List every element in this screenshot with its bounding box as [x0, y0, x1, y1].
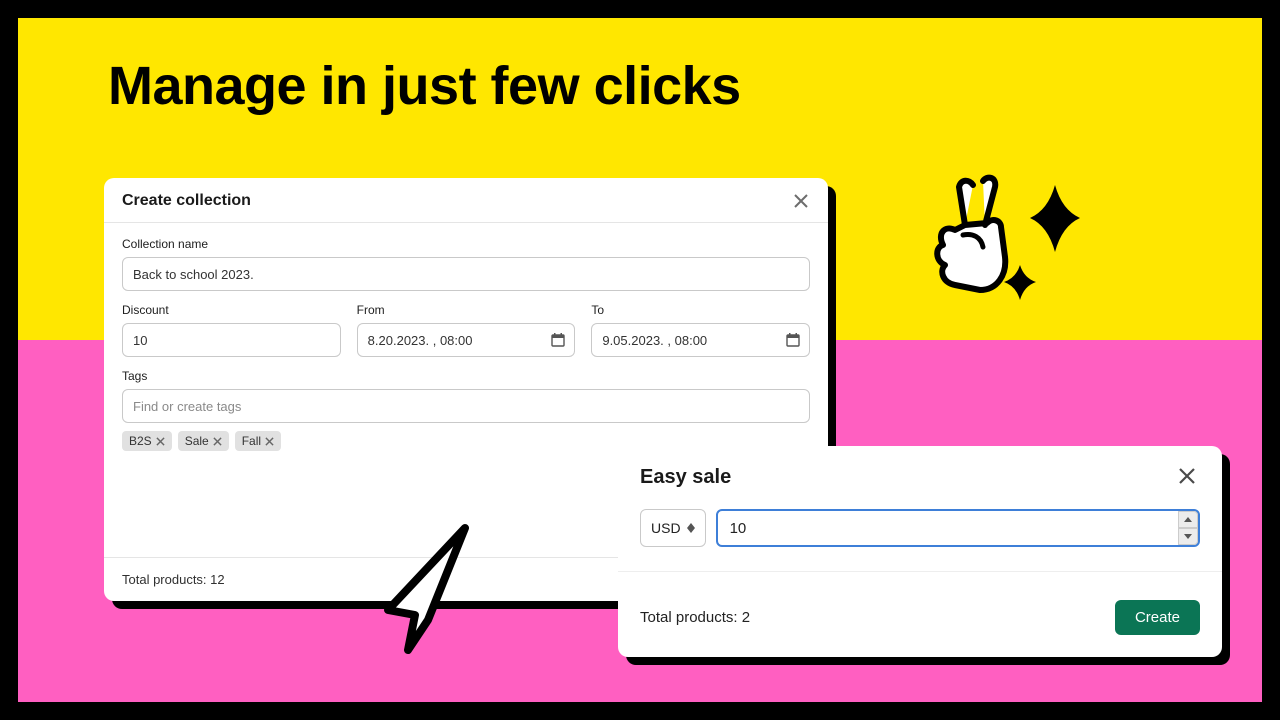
amount-input[interactable] — [716, 509, 1200, 547]
card-body: Collection name Discount From To — [104, 223, 828, 457]
remove-tag-icon[interactable] — [265, 437, 274, 446]
tag-chip: Fall — [235, 431, 281, 451]
close-icon[interactable] — [792, 192, 810, 210]
currency-select[interactable]: USD — [640, 509, 706, 547]
discount-input[interactable] — [122, 323, 341, 357]
to-date-input[interactable] — [591, 323, 810, 357]
amount-input-wrap — [716, 509, 1200, 547]
easy-sale-footer: Total products: 2 Create — [618, 571, 1222, 657]
tag-label: B2S — [129, 434, 152, 448]
easy-sale-header: Easy sale — [618, 446, 1222, 505]
easy-sale-card: Easy sale USD Total products: 2 Create — [618, 446, 1222, 657]
collection-name-input[interactable] — [122, 257, 810, 291]
tag-label: Sale — [185, 434, 209, 448]
easy-sale-body: USD — [618, 505, 1222, 547]
tag-chip: Sale — [178, 431, 229, 451]
peace-hand-sparkle-icon — [920, 170, 1090, 320]
tags-label: Tags — [122, 369, 810, 383]
collection-name-label: Collection name — [122, 237, 810, 251]
from-date-input[interactable] — [357, 323, 576, 357]
number-spinner — [1178, 511, 1198, 545]
from-label: From — [357, 303, 576, 317]
spinner-down-button[interactable] — [1178, 528, 1198, 545]
remove-tag-icon[interactable] — [213, 437, 222, 446]
calendar-icon — [786, 333, 800, 347]
calendar-icon — [551, 333, 565, 347]
currency-label: USD — [651, 520, 681, 536]
remove-tag-icon[interactable] — [156, 437, 165, 446]
select-caret-icon — [687, 523, 695, 533]
to-label: To — [591, 303, 810, 317]
card-title: Create collection — [122, 192, 251, 210]
close-icon[interactable] — [1178, 467, 1200, 489]
tag-label: Fall — [242, 434, 261, 448]
create-button[interactable]: Create — [1115, 600, 1200, 635]
cursor-illustration-icon — [370, 520, 485, 660]
card-header: Create collection — [104, 178, 828, 223]
discount-label: Discount — [122, 303, 341, 317]
easy-total-label: Total products: 2 — [640, 609, 750, 626]
page-headline: Manage in just few clicks — [108, 55, 741, 117]
spinner-up-button[interactable] — [1178, 511, 1198, 528]
easy-sale-title: Easy sale — [640, 466, 731, 489]
tag-chip: B2S — [122, 431, 172, 451]
tags-input[interactable] — [122, 389, 810, 423]
